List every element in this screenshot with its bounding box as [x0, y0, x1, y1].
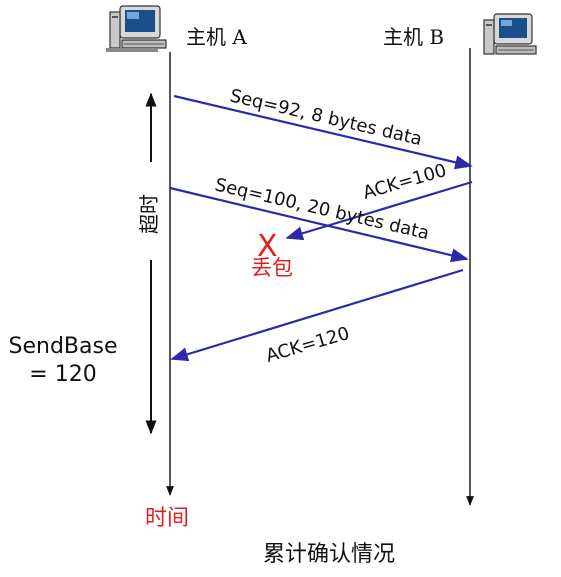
sendbase-line-1: SendBase	[9, 334, 118, 359]
host-b-computer-icon	[483, 13, 537, 55]
timeout-label: 超时	[137, 194, 161, 234]
host-a-label: 主机 A	[186, 25, 247, 49]
host-b-label: 主机 B	[383, 25, 444, 49]
ack-100-label: ACK=100	[361, 160, 449, 204]
segment-1-label: Seq=92, 8 bytes data	[228, 85, 424, 150]
sendbase-line-2: = 120	[29, 362, 96, 387]
tcp-cumulative-ack-diagram: 主机 A 主机 B 超时 Seq=92, 8 bytes data ACK=10…	[9, 5, 537, 567]
loss-label: 丢包	[251, 256, 293, 280]
time-axis-label: 时间	[145, 506, 189, 531]
diagram-caption: 累计确认情况	[263, 542, 395, 567]
ack-120-label: ACK=120	[264, 323, 352, 367]
host-a-computer-icon	[106, 5, 167, 52]
